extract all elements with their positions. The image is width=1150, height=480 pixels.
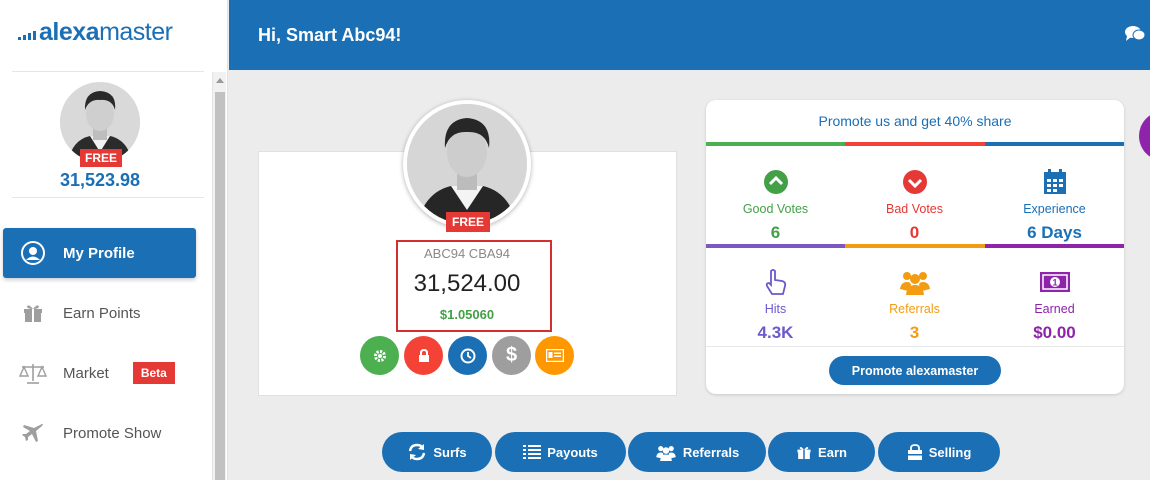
- stat-label: Hits: [764, 302, 787, 316]
- brand-part-2: master: [99, 18, 173, 46]
- stat-value: 3: [909, 323, 920, 342]
- divider: [706, 346, 1124, 347]
- color-stripe: [845, 244, 985, 248]
- stat-hits: Hits 4.3K: [706, 268, 845, 343]
- promo-link[interactable]: Promote us and get 40% share: [706, 113, 1124, 129]
- button-label: Selling: [928, 444, 972, 460]
- sidebar-points: 31,523.98: [59, 170, 141, 190]
- color-stripe: [985, 244, 1124, 248]
- profile-balance: $1.05060: [439, 307, 495, 322]
- stat-label: Good Votes: [742, 202, 809, 216]
- payout-button[interactable]: $: [492, 336, 531, 375]
- stat-label: Earned: [1034, 302, 1075, 316]
- stat-referrals: Referrals 3: [845, 268, 984, 343]
- lock-icon: [418, 348, 429, 362]
- profile-points: 31,524.00: [413, 270, 521, 297]
- stat-value: $0.00: [1033, 323, 1076, 342]
- list-icon: [523, 445, 542, 459]
- password-button[interactable]: [404, 336, 443, 375]
- stat-label: Referrals: [889, 302, 940, 316]
- stat-value: 4.3K: [757, 323, 794, 342]
- stat-value: 0: [909, 223, 920, 242]
- page-title: Hi, Smart Abc94!: [258, 25, 402, 45]
- signal-bars-icon: [18, 31, 36, 45]
- floating-action-button[interactable]: [1139, 111, 1150, 161]
- color-stripe: [706, 244, 845, 248]
- stat-experience: Experience 6 Days: [985, 168, 1124, 243]
- users-icon: [656, 445, 676, 461]
- brand-logo[interactable]: alexamaster: [18, 18, 173, 46]
- calendar-icon: [985, 168, 1124, 196]
- payouts-button[interactable]: Payouts: [495, 432, 626, 472]
- money-icon: 1: [985, 268, 1124, 296]
- color-stripe: [845, 142, 985, 146]
- button-label: Referrals: [682, 444, 740, 460]
- referrals-button[interactable]: Referrals: [628, 432, 766, 472]
- id-card-icon: [545, 349, 564, 362]
- shopping-bag-icon: [907, 443, 922, 460]
- stats-card: Promote us and get 40% share Good Votes …: [706, 100, 1124, 394]
- chat-icon[interactable]: [1124, 25, 1146, 48]
- svg-text:1: 1: [1052, 278, 1057, 288]
- card-button[interactable]: [535, 336, 574, 375]
- sidebar-item-earn-points[interactable]: Earn Points: [3, 288, 196, 338]
- button-label: Surfs: [433, 444, 467, 460]
- sidebar-item-my-profile[interactable]: My Profile: [3, 228, 196, 278]
- button-label: Payouts: [547, 444, 598, 460]
- earn-button[interactable]: Earn: [768, 432, 875, 472]
- stat-good-votes: Good Votes 6: [706, 168, 845, 243]
- stat-earned: 1 Earned $0.00: [985, 268, 1124, 343]
- header: Hi, Smart Abc94!: [229, 0, 1150, 70]
- promote-button[interactable]: Promote alexamaster: [829, 356, 1001, 385]
- account-type-badge: FREE: [446, 212, 491, 232]
- beta-badge: Beta: [132, 362, 175, 384]
- plane-icon: [3, 422, 63, 444]
- sidebar-item-promote-show[interactable]: Promote Show: [3, 408, 196, 458]
- sidebar: alexamaster FREE 31,523.98 My Profile Ea…: [0, 0, 228, 480]
- sidebar-item-market[interactable]: Market Beta: [3, 348, 196, 398]
- chevron-down-circle-icon: [845, 168, 984, 196]
- surfs-button[interactable]: Surfs: [382, 432, 492, 472]
- sidebar-item-label: Promote Show: [63, 424, 162, 442]
- sidebar-item-label: My Profile: [63, 244, 135, 262]
- gift-icon: [3, 303, 63, 323]
- divider: [12, 197, 204, 198]
- stat-value: 6: [770, 223, 781, 242]
- settings-button[interactable]: [360, 336, 399, 375]
- pointer-hand-icon: [706, 268, 845, 296]
- stat-label: Experience: [1023, 202, 1086, 216]
- brand-part-1: alexa: [39, 18, 100, 46]
- stat-label: Bad Votes: [886, 202, 943, 216]
- users-icon: [845, 268, 984, 296]
- sidebar-item-label: Earn Points: [63, 304, 141, 322]
- button-label: Earn: [818, 444, 847, 460]
- history-button[interactable]: [448, 336, 487, 375]
- scroll-up-arrow-icon[interactable]: [216, 78, 224, 83]
- gear-icon: [373, 349, 386, 362]
- gift-icon: [797, 446, 811, 459]
- sidebar-scrollbar[interactable]: [212, 72, 226, 480]
- scale-icon: [3, 362, 63, 384]
- stat-value: 6 Days: [1027, 223, 1082, 242]
- account-type-badge: FREE: [80, 149, 123, 167]
- color-stripe: [706, 142, 845, 146]
- refresh-icon: [409, 443, 426, 461]
- sidebar-item-label: Market: [63, 364, 109, 382]
- color-stripe: [985, 142, 1124, 146]
- profile-avatar[interactable]: [403, 100, 531, 228]
- profile-name: ABC94 CBA94: [424, 246, 510, 261]
- scrollbar-thumb[interactable]: [215, 92, 225, 480]
- chevron-up-circle-icon: [706, 168, 845, 196]
- divider: [12, 71, 204, 72]
- selling-button[interactable]: Selling: [878, 432, 1000, 472]
- clock-icon: [460, 348, 475, 363]
- stat-bad-votes: Bad Votes 0: [845, 168, 984, 243]
- dollar-icon: $: [505, 344, 518, 366]
- user-icon: [3, 241, 63, 265]
